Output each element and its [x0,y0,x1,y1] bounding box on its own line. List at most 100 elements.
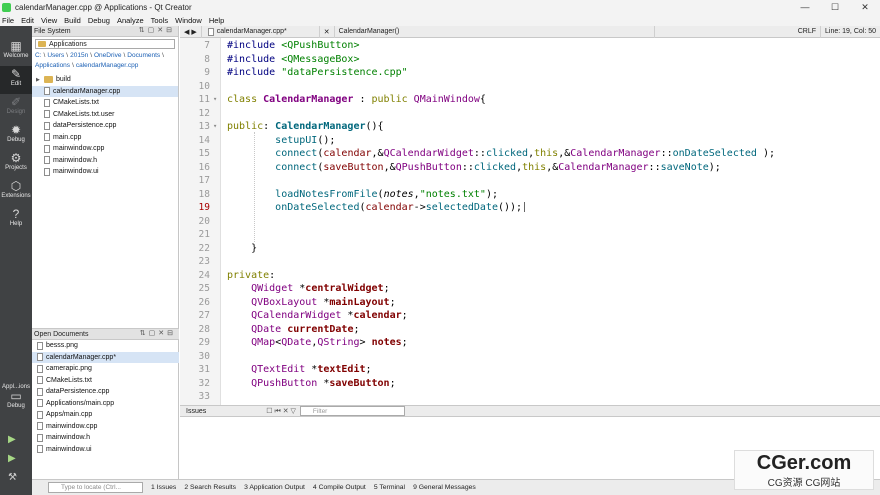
code-line[interactable]: 23 [180,255,880,269]
file-tree-item[interactable]: mainwindow.h [32,155,178,167]
close-document-icon[interactable]: ✕ [320,25,335,38]
open-document-item[interactable]: mainwindow.cpp [32,421,179,433]
mode-projects[interactable]: ⚙ Projects [0,152,32,178]
code-line[interactable]: 17 [180,174,880,188]
code-line[interactable]: 31 QTextEdit *textEdit; [180,363,880,377]
maximize-icon[interactable]: ☐ [820,0,850,14]
fold-marker-icon[interactable]: ▾ [213,93,217,107]
open-document-item[interactable]: mainwindow.h [32,432,179,444]
mode-debug[interactable]: ✹ Debug [0,124,32,150]
mode-help[interactable]: ? Help [0,208,32,234]
symbol-combo[interactable]: CalendarManager() [335,25,655,38]
code-editor[interactable]: 7 #include <QPushButton> 8 #include <QMessa… [180,38,880,405]
code-line[interactable]: 13 ▾ public: CalendarManager(){ [180,120,880,134]
file-tree-item[interactable]: ▶ build [32,74,178,86]
output-pane-search[interactable]: 2 Search Results [184,484,236,491]
mode-design[interactable]: ✐ Design [0,96,32,122]
menu-window[interactable]: Window [175,16,202,25]
breadcrumb-item[interactable]: Documents [127,52,160,59]
menu-help[interactable]: Help [209,16,224,25]
code-line[interactable]: 14 setupUI(); [180,134,880,148]
menu-debug[interactable]: Debug [88,16,110,25]
cursor-position[interactable]: Line: 19, Col: 50 [821,26,880,38]
minimize-icon[interactable]: — [790,0,820,14]
open-document-item[interactable]: Apps/main.cpp [32,409,179,421]
code-line[interactable]: 22 } [180,242,880,256]
breadcrumb-item[interactable]: OneDrive [94,52,121,59]
breadcrumb-item[interactable]: C: [35,52,42,59]
output-pane-issues[interactable]: 1 Issues [151,484,176,491]
menu-view[interactable]: View [41,16,57,25]
code-line[interactable]: 24 private: [180,269,880,283]
code-line[interactable]: 8 #include <QMessageBox> [180,53,880,67]
output-pane-terminal[interactable]: 5 Terminal [374,484,405,491]
line-number: 24 [198,269,210,281]
breadcrumb-item[interactable]: Users [47,52,64,59]
menu-build[interactable]: Build [64,16,81,25]
code-line[interactable]: 12 [180,107,880,121]
breadcrumb-item[interactable]: calendarManager.cpp [76,62,139,69]
code-line[interactable]: 26 QVBoxLayout *mainLayout; [180,296,880,310]
mode-edit[interactable]: ✎ Edit [0,66,32,94]
pane-buttons[interactable]: ⇅▢✕⊟ [139,26,175,34]
pane-buttons[interactable]: ⇅▢✕⊟ [140,329,176,337]
code-line[interactable]: 9 #include "dataPersistence.cpp" [180,66,880,80]
open-document-item[interactable]: besss.png [32,340,179,352]
code-line[interactable]: 28 QDate currentDate; [180,323,880,337]
code-line[interactable]: 21 [180,228,880,242]
menu-edit[interactable]: Edit [21,16,34,25]
open-document-item[interactable]: mainwindow.ui [32,444,179,456]
code-line[interactable]: 10 [180,80,880,94]
code-line[interactable]: 33 [180,390,880,404]
code-line[interactable]: 18 loadNotesFromFile(notes,"notes.txt"); [180,188,880,202]
code-line[interactable]: 19 onDateSelected(calendar->selectedDate… [180,201,880,215]
code-line[interactable]: 11 ▾ class CalendarManager : public QMainW… [180,93,880,107]
code-line[interactable]: 30 [180,350,880,364]
menu-file[interactable]: File [2,16,14,25]
file-tree-item[interactable]: CMakeLists.txt [32,97,178,109]
root-directory-combo[interactable]: Applications [35,39,175,49]
file-tree-item[interactable]: dataPersistence.cpp [32,120,178,132]
open-document-item[interactable]: dataPersistence.cpp [32,386,179,398]
code-line[interactable]: 29 QMap<QDate,QString> notes; [180,336,880,350]
file-tree-item[interactable]: main.cpp [32,132,178,144]
open-document-label: CMakeLists.txt [46,376,92,384]
menu-tools[interactable]: Tools [151,16,169,25]
output-pane-general[interactable]: 9 General Messages [413,484,476,491]
run-icon[interactable]: ▶ [8,434,16,445]
code-line[interactable]: 15 connect(calendar,&QCalendarWidget::cl… [180,147,880,161]
debug-run-icon[interactable]: ▶ [8,453,16,464]
output-pane-application[interactable]: 3 Application Output [244,484,305,491]
file-tree-item[interactable]: calendarManager.cpp [32,85,178,97]
issues-tool-icons[interactable]: ☐ ⏮ ✕ ▽ [266,407,296,416]
issues-filter-input[interactable]: Filter [299,406,405,416]
open-document-item[interactable]: camerapic.png [32,363,179,375]
code-line[interactable]: 16 connect(saveButton,&QPushButton::clic… [180,161,880,175]
open-document-item[interactable]: CMakeLists.txt [32,375,179,387]
nav-back-icon[interactable]: ◀ ▶ [180,25,202,38]
breadcrumb-item[interactable]: 2015n [70,52,88,59]
close-icon[interactable]: ✕ [850,0,880,14]
code-line[interactable]: 7 #include <QPushButton> [180,39,880,53]
code-line[interactable]: 20 [180,215,880,229]
encoding-combo[interactable]: CRLF [794,25,822,38]
file-tree-item[interactable]: mainwindow.ui [32,166,178,178]
open-document-item[interactable]: calendarManager.cpp* [32,351,179,363]
document-combo[interactable]: calendarManager.cpp* [202,25,320,38]
mode-extensions[interactable]: ⬡ Extensions [0,180,32,206]
open-document-item[interactable]: Applications/main.cpp [32,398,179,410]
code-line[interactable]: 32 QPushButton *saveButton; [180,377,880,391]
code-line[interactable]: 25 QWidget *centralWidget; [180,282,880,296]
kit-selector[interactable]: Appl...ions ▭ Debug [0,384,32,422]
expand-arrow-icon[interactable]: ▶ [36,77,42,83]
locator-input[interactable]: Type to locate (Ctrl... [48,482,143,493]
output-pane-compile[interactable]: 4 Compile Output [313,484,366,491]
code-line[interactable]: 27 QCalendarWidget *calendar; [180,309,880,323]
fold-marker-icon[interactable]: ▾ [213,120,217,134]
breadcrumb-item[interactable]: Applications [35,62,70,69]
file-tree-item[interactable]: mainwindow.cpp [32,143,178,155]
mode-welcome[interactable]: ▦ Welcome [0,40,32,66]
file-tree-item[interactable]: CMakeLists.txt.user [32,109,178,121]
build-hammer-icon[interactable]: ⚒ [8,472,17,483]
menu-analyze[interactable]: Analyze [117,16,144,25]
